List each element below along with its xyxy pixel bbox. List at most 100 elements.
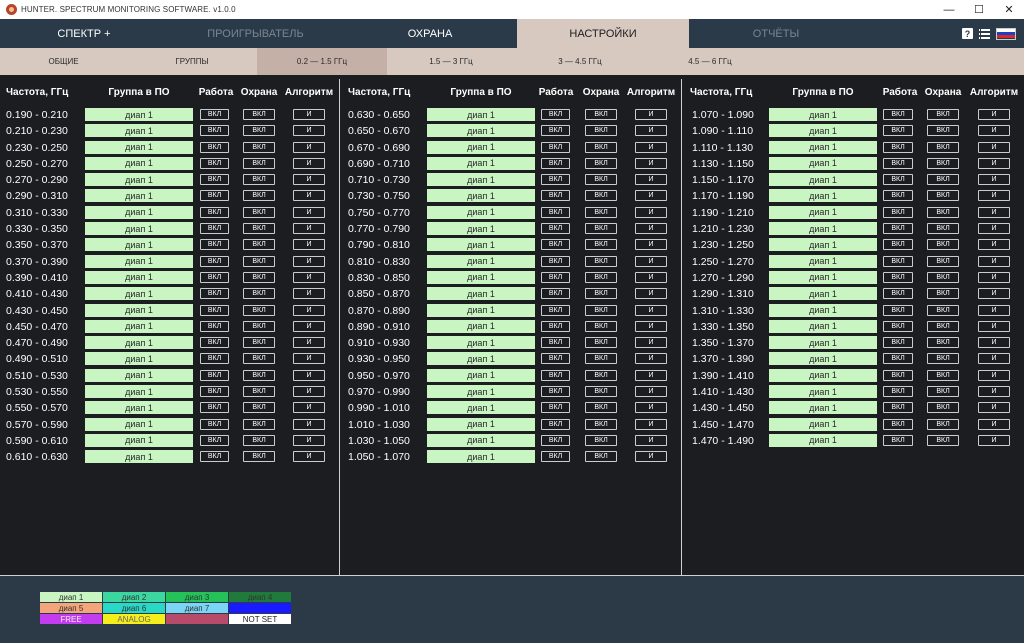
algorithm-button[interactable]: И	[635, 320, 667, 332]
guard-toggle-button[interactable]: ВКЛ	[243, 386, 275, 398]
guard-toggle-button[interactable]: ВКЛ	[927, 157, 959, 169]
algorithm-button[interactable]: И	[978, 402, 1010, 414]
algorithm-button[interactable]: И	[293, 337, 325, 349]
work-toggle-button[interactable]: ВКЛ	[200, 320, 229, 332]
group-select[interactable]: диап 1	[85, 433, 193, 447]
group-select[interactable]: диап 1	[85, 352, 193, 366]
algorithm-button[interactable]: И	[978, 239, 1010, 251]
group-select[interactable]: диап 1	[769, 385, 877, 399]
maximize-button[interactable]: ☐	[964, 0, 994, 19]
group-select[interactable]: диап 1	[769, 124, 877, 138]
guard-toggle-button[interactable]: ВКЛ	[243, 320, 275, 332]
algorithm-button[interactable]: И	[635, 190, 667, 202]
work-toggle-button[interactable]: ВКЛ	[541, 337, 570, 349]
guard-toggle-button[interactable]: ВКЛ	[585, 288, 617, 300]
work-toggle-button[interactable]: ВКЛ	[541, 386, 570, 398]
guard-toggle-button[interactable]: ВКЛ	[585, 451, 617, 463]
work-toggle-button[interactable]: ВКЛ	[541, 353, 570, 365]
work-toggle-button[interactable]: ВКЛ	[541, 288, 570, 300]
algorithm-button[interactable]: И	[978, 369, 1010, 381]
guard-toggle-button[interactable]: ВКЛ	[585, 190, 617, 202]
work-toggle-button[interactable]: ВКЛ	[200, 141, 229, 153]
group-select[interactable]: диап 1	[427, 124, 535, 138]
group-select[interactable]: диап 1	[769, 433, 877, 447]
algorithm-button[interactable]: И	[293, 125, 325, 137]
algorithm-button[interactable]: И	[978, 386, 1010, 398]
work-toggle-button[interactable]: ВКЛ	[883, 320, 913, 332]
group-select[interactable]: диап 1	[769, 368, 877, 382]
guard-toggle-button[interactable]: ВКЛ	[585, 141, 617, 153]
group-select[interactable]: диап 1	[769, 417, 877, 431]
guard-toggle-button[interactable]: ВКЛ	[927, 304, 959, 316]
guard-toggle-button[interactable]: ВКЛ	[927, 288, 959, 300]
work-toggle-button[interactable]: ВКЛ	[541, 451, 570, 463]
group-select[interactable]: диап 1	[427, 336, 535, 350]
group-select[interactable]: диап 1	[85, 254, 193, 268]
work-toggle-button[interactable]: ВКЛ	[883, 434, 913, 446]
subtab-3-4-5[interactable]: 3 — 4.5 ГГц	[515, 48, 645, 75]
group-select[interactable]: диап 1	[85, 238, 193, 252]
group-select[interactable]: диап 1	[427, 254, 535, 268]
work-toggle-button[interactable]: ВКЛ	[200, 239, 229, 251]
group-select[interactable]: диап 1	[85, 189, 193, 203]
subtab-1-5-3[interactable]: 1.5 — 3 ГГц	[387, 48, 515, 75]
work-toggle-button[interactable]: ВКЛ	[200, 402, 229, 414]
subtab-general[interactable]: ОБЩИЕ	[0, 48, 127, 75]
group-select[interactable]: диап 1	[769, 189, 877, 203]
guard-toggle-button[interactable]: ВКЛ	[243, 255, 275, 267]
algorithm-button[interactable]: И	[293, 255, 325, 267]
subtab-groups[interactable]: ГРУППЫ	[127, 48, 257, 75]
algorithm-button[interactable]: И	[978, 109, 1010, 120]
algorithm-button[interactable]: И	[978, 353, 1010, 365]
group-select[interactable]: диап 1	[769, 205, 877, 219]
algorithm-button[interactable]: И	[635, 288, 667, 300]
group-select[interactable]: диап 1	[769, 319, 877, 333]
algorithm-button[interactable]: И	[293, 288, 325, 300]
guard-toggle-button[interactable]: ВКЛ	[243, 304, 275, 316]
group-select[interactable]: диап 1	[769, 352, 877, 366]
guard-toggle-button[interactable]: ВКЛ	[243, 190, 275, 202]
group-select[interactable]: диап 1	[427, 401, 535, 415]
algorithm-button[interactable]: И	[635, 174, 667, 186]
guard-toggle-button[interactable]: ВКЛ	[243, 288, 275, 300]
minimize-button[interactable]: —	[934, 0, 964, 19]
group-select[interactable]: диап 1	[427, 303, 535, 317]
group-select[interactable]: диап 1	[427, 270, 535, 284]
algorithm-button[interactable]: И	[978, 434, 1010, 446]
algorithm-button[interactable]: И	[978, 141, 1010, 153]
work-toggle-button[interactable]: ВКЛ	[200, 206, 229, 218]
guard-toggle-button[interactable]: ВКЛ	[927, 190, 959, 202]
group-select[interactable]: диап 1	[85, 173, 193, 187]
guard-toggle-button[interactable]: ВКЛ	[243, 109, 275, 120]
group-select[interactable]: диап 1	[427, 319, 535, 333]
guard-toggle-button[interactable]: ВКЛ	[243, 271, 275, 283]
guard-toggle-button[interactable]: ВКЛ	[243, 141, 275, 153]
work-toggle-button[interactable]: ВКЛ	[200, 271, 229, 283]
group-select[interactable]: диап 1	[769, 336, 877, 350]
work-toggle-button[interactable]: ВКЛ	[883, 223, 913, 235]
guard-toggle-button[interactable]: ВКЛ	[585, 239, 617, 251]
algorithm-button[interactable]: И	[635, 369, 667, 381]
algorithm-button[interactable]: И	[293, 304, 325, 316]
guard-toggle-button[interactable]: ВКЛ	[243, 337, 275, 349]
guard-toggle-button[interactable]: ВКЛ	[927, 255, 959, 267]
algorithm-button[interactable]: И	[293, 174, 325, 186]
guard-toggle-button[interactable]: ВКЛ	[243, 174, 275, 186]
work-toggle-button[interactable]: ВКЛ	[883, 206, 913, 218]
group-select[interactable]: диап 1	[427, 156, 535, 170]
group-select[interactable]: диап 1	[85, 417, 193, 431]
group-select[interactable]: диап 1	[769, 173, 877, 187]
guard-toggle-button[interactable]: ВКЛ	[927, 337, 959, 349]
tab-reports[interactable]: ОТЧЁТЫ	[689, 19, 863, 48]
group-select[interactable]: диап 1	[85, 156, 193, 170]
guard-toggle-button[interactable]: ВКЛ	[927, 418, 959, 430]
close-button[interactable]: ✕	[994, 0, 1024, 19]
group-select[interactable]: диап 1	[85, 270, 193, 284]
guard-toggle-button[interactable]: ВКЛ	[243, 223, 275, 235]
work-toggle-button[interactable]: ВКЛ	[200, 174, 229, 186]
guard-toggle-button[interactable]: ВКЛ	[585, 386, 617, 398]
guard-toggle-button[interactable]: ВКЛ	[585, 418, 617, 430]
work-toggle-button[interactable]: ВКЛ	[541, 271, 570, 283]
work-toggle-button[interactable]: ВКЛ	[883, 337, 913, 349]
work-toggle-button[interactable]: ВКЛ	[200, 157, 229, 169]
